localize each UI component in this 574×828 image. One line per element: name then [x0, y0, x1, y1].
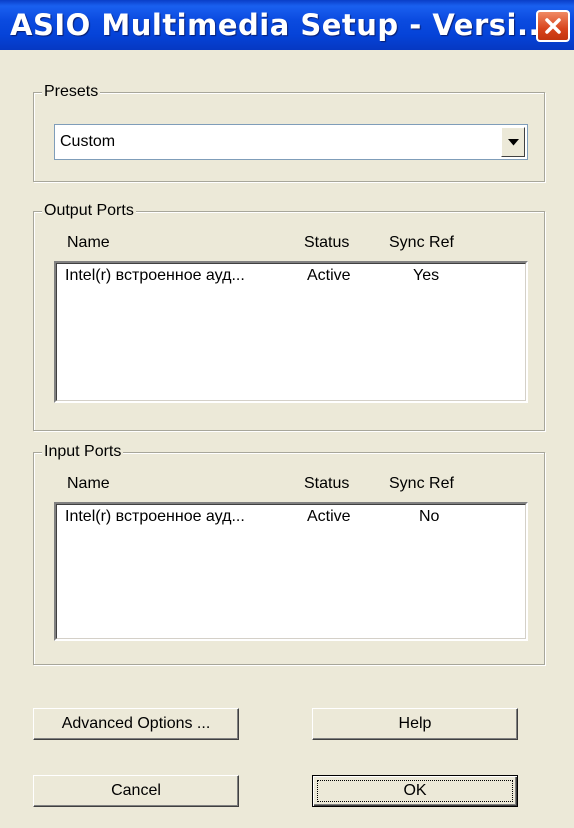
dropdown-button[interactable] — [501, 127, 525, 157]
cancel-button[interactable]: Cancel — [33, 775, 239, 807]
column-header-sync-ref: Sync Ref — [389, 475, 454, 492]
output-ports-group: Output Ports Name Status Sync Ref Intel(… — [33, 202, 545, 431]
presets-dropdown[interactable]: Custom — [54, 124, 528, 160]
output-ports-label: Output Ports — [42, 202, 136, 220]
chevron-down-icon — [508, 139, 519, 146]
presets-group: Presets Custom — [33, 83, 545, 182]
column-header-name: Name — [67, 234, 110, 251]
column-header-status: Status — [304, 475, 350, 492]
port-status: Active — [307, 267, 351, 284]
port-sync-ref: Yes — [413, 267, 440, 284]
column-header-sync-ref: Sync Ref — [389, 234, 454, 251]
ok-button[interactable]: OK — [312, 775, 518, 807]
input-ports-list[interactable]: Intel(r) встроенное ауд... Active No — [54, 502, 528, 641]
presets-value: Custom — [60, 133, 116, 150]
focus-ring — [317, 780, 513, 802]
port-name: Intel(r) встроенное ауд... — [65, 508, 245, 525]
column-header-name: Name — [67, 475, 110, 492]
close-icon — [545, 18, 561, 34]
help-button[interactable]: Help — [312, 708, 518, 740]
close-button[interactable] — [536, 10, 570, 42]
presets-label: Presets — [42, 83, 101, 101]
input-ports-group: Input Ports Name Status Sync Ref Intel(r… — [33, 443, 545, 665]
window-title: ASIO Multimedia Setup - Versi... — [10, 8, 552, 42]
output-ports-list[interactable]: Intel(r) встроенное ауд... Active Yes — [54, 261, 528, 403]
title-bar[interactable]: ASIO Multimedia Setup - Versi... — [0, 0, 574, 50]
input-ports-label: Input Ports — [42, 443, 124, 461]
advanced-options-button[interactable]: Advanced Options ... — [33, 708, 239, 740]
column-header-status: Status — [304, 234, 350, 251]
port-sync-ref: No — [419, 508, 440, 525]
port-name: Intel(r) встроенное ауд... — [65, 267, 245, 284]
port-status: Active — [307, 508, 351, 525]
